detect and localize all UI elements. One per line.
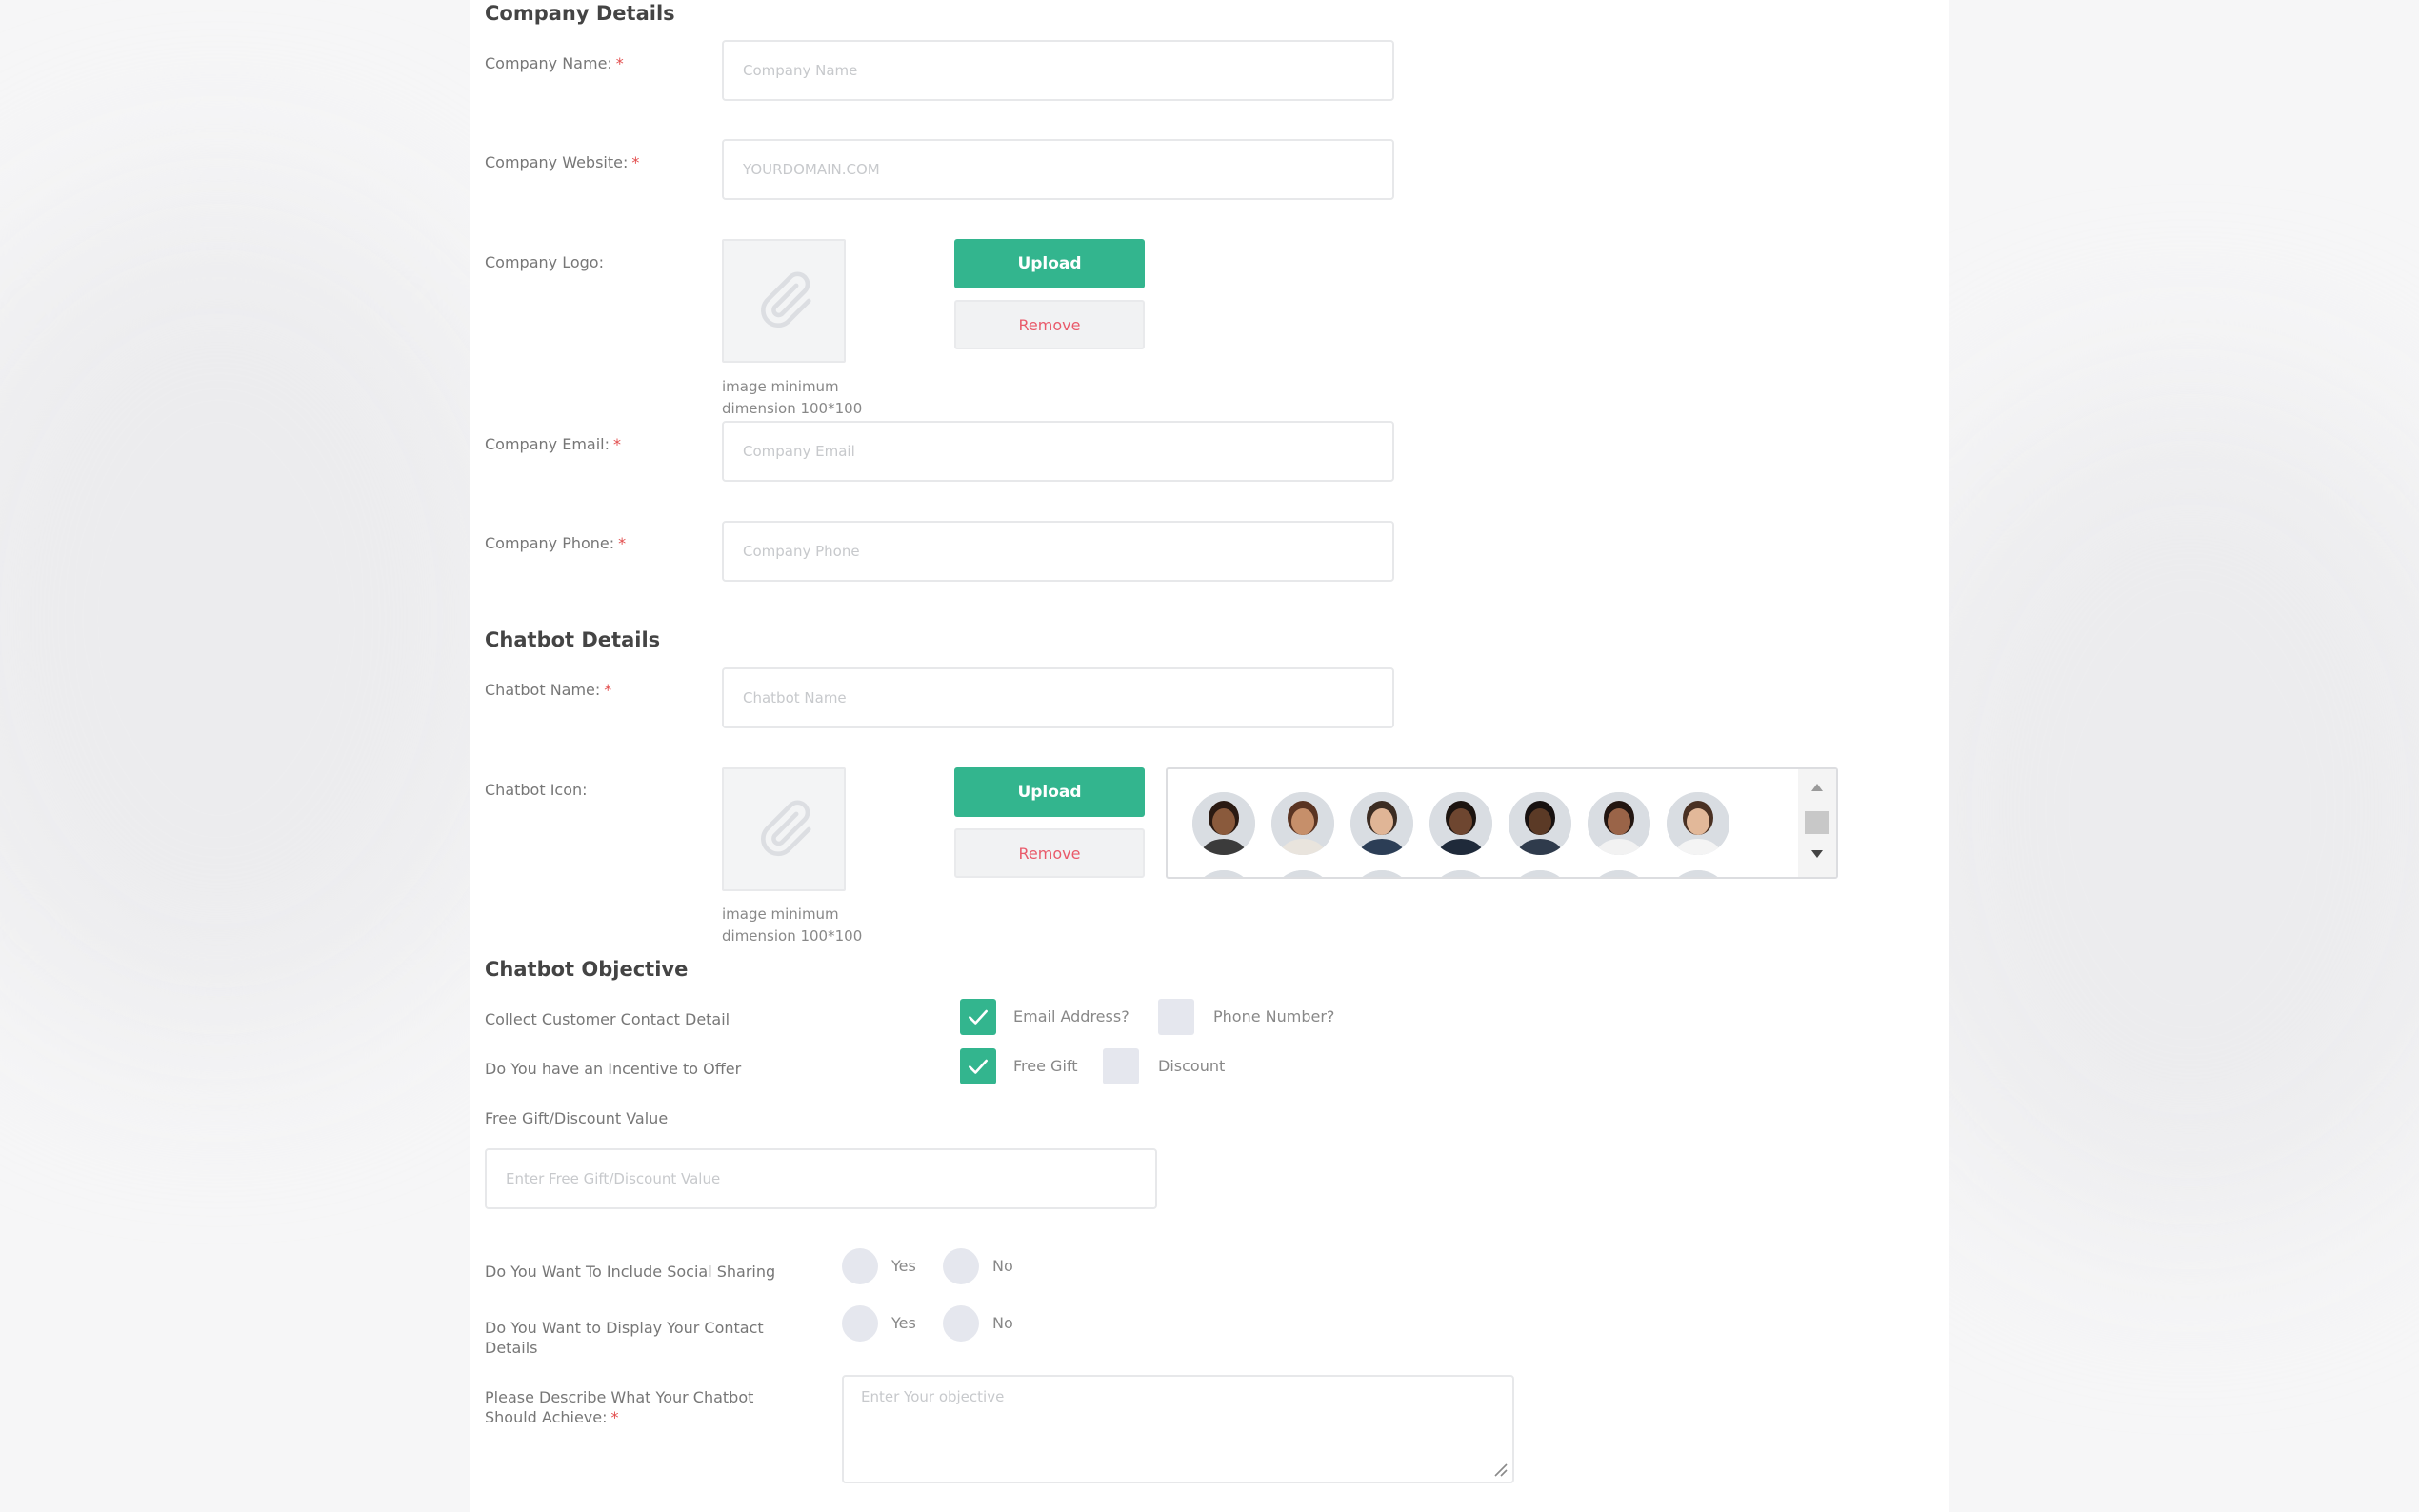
person-portrait-icon [1192, 870, 1255, 877]
required-marker: * [612, 435, 621, 453]
avatar-option[interactable] [1667, 792, 1729, 855]
contact-detail-label: Collect Customer Contact Detail [485, 1010, 730, 1028]
company-website-label: Company Website: * [485, 153, 640, 171]
display-contact-no-label: No [992, 1314, 1013, 1332]
required-marker: * [618, 534, 627, 552]
chatbot-icon-label: Chatbot Icon: [485, 781, 588, 799]
checkmark-icon [969, 1009, 988, 1025]
company-website-input[interactable] [722, 139, 1394, 200]
discount-option-label: Discount [1158, 1057, 1226, 1075]
gift-value-label: Free Gift/Discount Value [485, 1109, 669, 1127]
discount-checkbox[interactable] [1103, 1048, 1139, 1084]
email-address-option-label: Email Address? [1013, 1007, 1130, 1025]
describe-objective-label: Please Describe What Your Chatbot Should… [485, 1388, 754, 1426]
company-name-label: Company Name: * [485, 54, 624, 72]
section-title-objective: Chatbot Objective [485, 958, 689, 981]
person-portrait-icon [1509, 792, 1571, 855]
social-sharing-yes-label: Yes [891, 1257, 916, 1275]
hint-line: dimension 100*100 [722, 927, 863, 945]
section-title-chatbot: Chatbot Details [485, 628, 661, 651]
chatbot-avatar-picker[interactable] [1166, 767, 1838, 879]
avatar-option[interactable] [1271, 870, 1334, 877]
chatbot-icon-upload-button[interactable]: Upload [954, 767, 1145, 817]
social-sharing-label: Do You Want To Include Social Sharing [485, 1263, 776, 1281]
person-portrait-icon [1350, 792, 1413, 855]
scroll-thumb[interactable] [1805, 811, 1829, 834]
free-gift-option-label: Free Gift [1013, 1057, 1078, 1075]
person-portrait-icon [1429, 870, 1492, 877]
form-panel: Company Details Company Name:* Company W… [470, 0, 1949, 1512]
resize-handle-icon[interactable] [1489, 1459, 1509, 1478]
hint-line: image minimum [722, 378, 839, 395]
incentive-label: Do You have an Incentive to Offer [485, 1060, 742, 1078]
free-gift-checkbox[interactable] [960, 1048, 996, 1084]
avatar-option[interactable] [1588, 792, 1650, 855]
scroll-up-arrow-icon[interactable] [1810, 783, 1824, 792]
avatar-option[interactable] [1271, 792, 1334, 855]
chatbot-icon-preview[interactable] [722, 767, 846, 891]
avatar-option[interactable] [1429, 870, 1492, 877]
avatar-option[interactable] [1667, 870, 1729, 877]
checkmark-icon [969, 1059, 988, 1074]
hint-line: image minimum [722, 905, 839, 923]
person-portrait-icon [1667, 792, 1729, 855]
avatar-option[interactable] [1429, 792, 1492, 855]
person-portrait-icon [1588, 792, 1650, 855]
company-logo-label: Company Logo: [485, 253, 604, 271]
required-marker: * [615, 54, 624, 72]
avatar-option[interactable] [1192, 792, 1255, 855]
person-portrait-icon [1429, 792, 1492, 855]
company-logo-preview[interactable] [722, 239, 846, 363]
person-portrait-icon [1588, 870, 1650, 877]
avatar-option[interactable] [1509, 792, 1571, 855]
social-sharing-yes-radio[interactable] [842, 1248, 878, 1284]
person-portrait-icon [1271, 870, 1334, 877]
avatar-picker-scrollbar[interactable] [1798, 769, 1836, 877]
company-logo-remove-button[interactable]: Remove [954, 300, 1145, 349]
display-contact-no-radio[interactable] [943, 1305, 979, 1342]
company-name-input[interactable] [722, 40, 1394, 101]
person-portrait-icon [1192, 792, 1255, 855]
describe-objective-textarea[interactable] [842, 1375, 1514, 1483]
avatar-option[interactable] [1588, 870, 1650, 877]
company-phone-label: Company Phone: * [485, 534, 627, 552]
chatbot-name-input[interactable] [722, 667, 1394, 728]
social-sharing-no-radio[interactable] [943, 1248, 979, 1284]
person-portrait-icon [1271, 792, 1334, 855]
email-address-checkbox[interactable] [960, 999, 996, 1035]
company-phone-input[interactable] [722, 521, 1394, 582]
paperclip-icon [761, 800, 811, 856]
scroll-down-arrow-icon[interactable] [1810, 849, 1824, 859]
display-contact-yes-radio[interactable] [842, 1305, 878, 1342]
social-sharing-no-label: No [992, 1257, 1013, 1275]
hint-line: dimension 100*100 [722, 400, 863, 417]
avatar-option[interactable] [1350, 792, 1413, 855]
company-logo-upload-button[interactable]: Upload [954, 239, 1145, 288]
avatar-option[interactable] [1350, 870, 1413, 877]
gift-value-input[interactable] [485, 1148, 1157, 1209]
company-logo-hint: image minimum dimension 100*100 [722, 376, 862, 420]
avatar-option[interactable] [1192, 870, 1255, 877]
company-email-label: Company Email: * [485, 435, 621, 453]
chatbot-icon-hint: image minimum dimension 100*100 [722, 904, 862, 947]
display-contact-yes-label: Yes [891, 1314, 916, 1332]
company-email-input[interactable] [722, 421, 1394, 482]
chatbot-name-label: Chatbot Name: * [485, 681, 612, 699]
display-contact-label: Do You Want to Display Your Contact Deta… [485, 1319, 764, 1357]
required-marker: * [631, 153, 640, 171]
chatbot-icon-remove-button[interactable]: Remove [954, 828, 1145, 878]
required-marker: * [604, 681, 612, 699]
required-marker: * [610, 1408, 619, 1426]
avatar-option[interactable] [1509, 870, 1571, 877]
person-portrait-icon [1667, 870, 1729, 877]
paperclip-icon [761, 271, 811, 328]
person-portrait-icon [1350, 870, 1413, 877]
phone-number-checkbox[interactable] [1158, 999, 1194, 1035]
phone-number-option-label: Phone Number? [1213, 1007, 1335, 1025]
person-portrait-icon [1509, 870, 1571, 877]
section-title-company: Company Details [485, 2, 675, 25]
